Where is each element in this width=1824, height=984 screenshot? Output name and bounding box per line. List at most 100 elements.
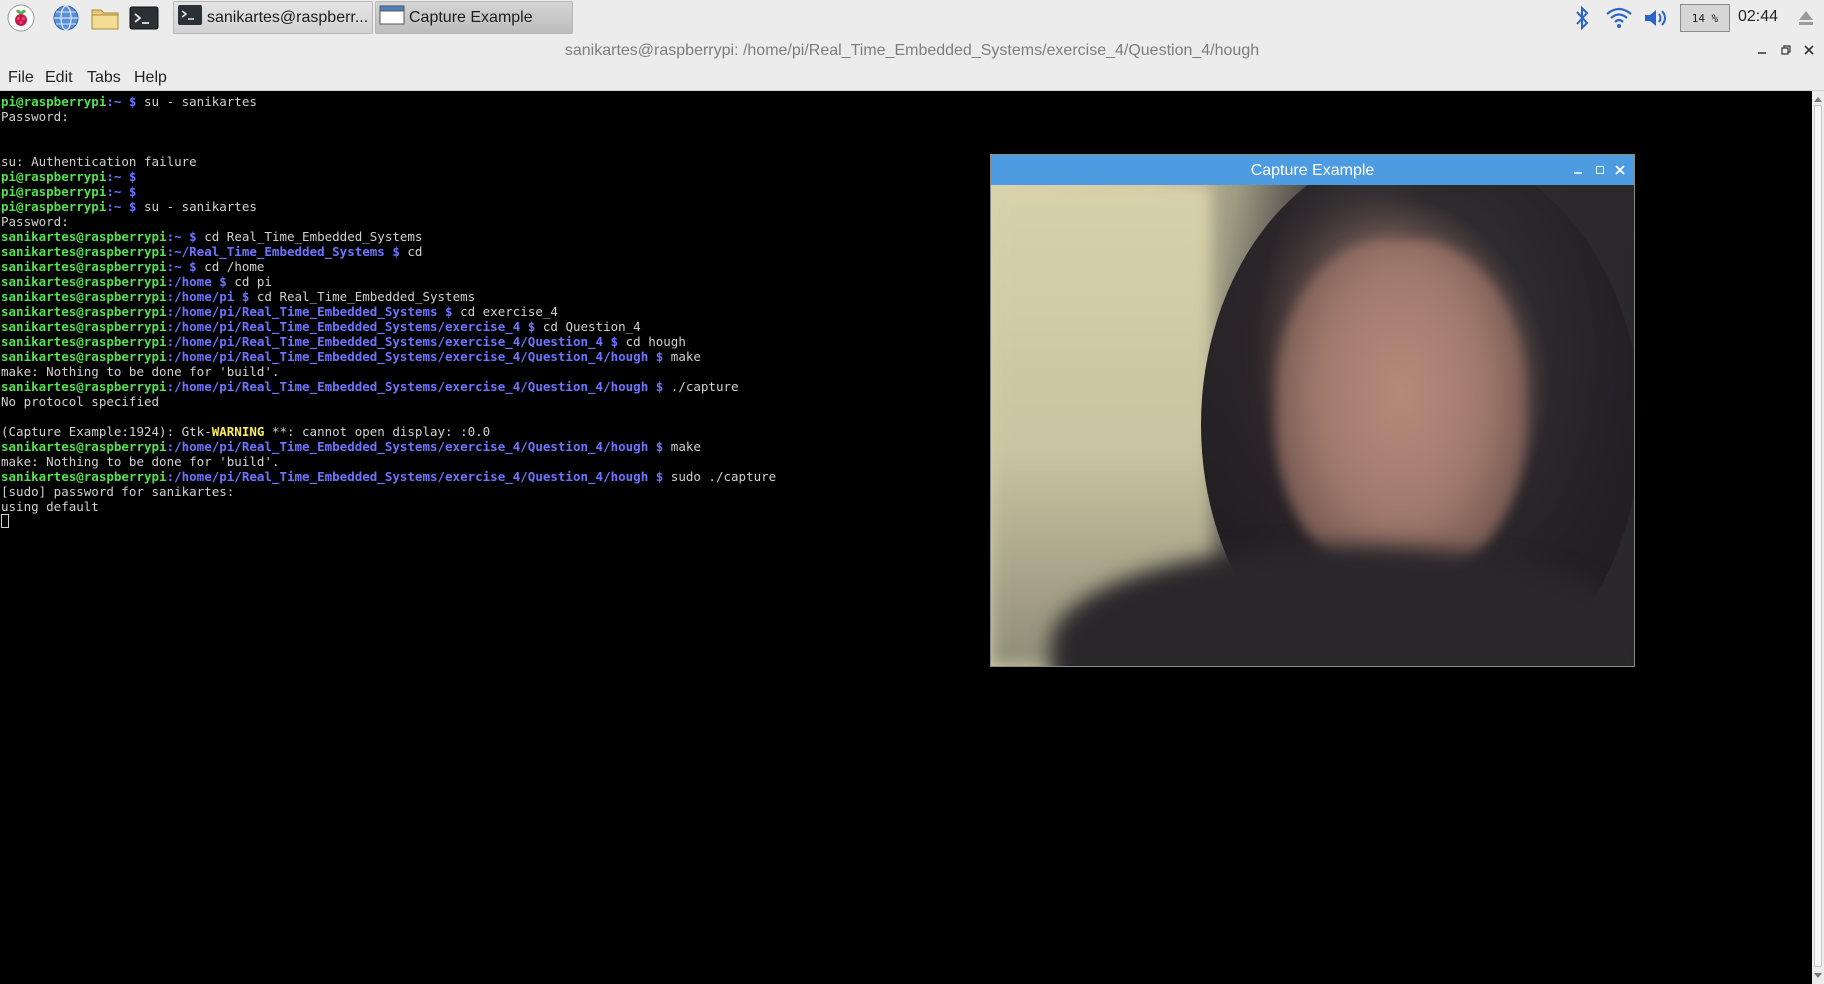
prompt-user: sanikartes@raspberrypi bbox=[1, 229, 167, 244]
line-text: make: Nothing to be done for 'build'. bbox=[1, 364, 280, 379]
line-text: su: Authentication failure bbox=[1, 154, 197, 169]
line-text: cd Question_4 bbox=[535, 319, 641, 334]
warning-label: WARNING bbox=[211, 424, 265, 439]
line-text: su - sanikartes bbox=[136, 94, 257, 109]
prompt-user: sanikartes@raspberrypi bbox=[1, 244, 167, 259]
taskbar-item-terminal[interactable]: sanikartes@raspberr... bbox=[173, 1, 373, 34]
prompt-user: pi@raspberrypi bbox=[1, 184, 107, 199]
prompt-user: sanikartes@raspberrypi bbox=[1, 379, 167, 394]
wifi-icon[interactable] bbox=[1604, 4, 1634, 32]
prompt-user: sanikartes@raspberrypi bbox=[1, 349, 167, 364]
prompt-user: sanikartes@raspberrypi bbox=[1, 259, 167, 274]
prompt-user: sanikartes@raspberrypi bbox=[1, 274, 167, 289]
cpu-usage-monitor[interactable]: 14 % bbox=[1680, 4, 1730, 32]
line-text: **: cannot open display: :0.0 bbox=[264, 424, 491, 439]
prompt-user: pi@raspberrypi bbox=[1, 169, 107, 184]
prompt-user: sanikartes@raspberrypi bbox=[1, 304, 167, 319]
prompt-path: :/home/pi/Real_Time_Embedded_Systems/exe… bbox=[166, 334, 619, 349]
terminal-icon[interactable] bbox=[129, 3, 159, 33]
prompt-user: pi@raspberrypi bbox=[1, 94, 107, 109]
scroll-down-icon[interactable] bbox=[1812, 970, 1824, 982]
terminal-titlebar[interactable]: sanikartes@raspberrypi: /home/pi/Real_Ti… bbox=[0, 36, 1824, 66]
terminal-scrollbar[interactable] bbox=[1812, 91, 1824, 984]
file-manager-icon[interactable] bbox=[90, 3, 120, 33]
prompt-user: pi@raspberrypi bbox=[1, 199, 107, 214]
terminal-window-title: sanikartes@raspberrypi: /home/pi/Real_Ti… bbox=[564, 42, 1260, 59]
line-text: Password: bbox=[1, 109, 69, 124]
minimize-icon[interactable] bbox=[1569, 161, 1587, 179]
prompt-user: sanikartes@raspberrypi bbox=[1, 334, 167, 349]
line-text: using default bbox=[1, 499, 99, 514]
maximize-icon[interactable] bbox=[1591, 161, 1609, 179]
menu-help[interactable]: Help bbox=[134, 69, 167, 87]
prompt-path: :~ $ bbox=[166, 229, 197, 244]
terminal-menubar: File Edit Tabs Help bbox=[0, 66, 1824, 91]
scrollbar-thumb[interactable] bbox=[1814, 105, 1822, 967]
prompt-path: :~ $ bbox=[106, 184, 137, 199]
prompt-path: :~ $ bbox=[106, 199, 137, 214]
raspberry-menu-icon[interactable] bbox=[6, 3, 36, 33]
bluetooth-icon[interactable] bbox=[1570, 4, 1594, 32]
prompt-user: sanikartes@raspberrypi bbox=[1, 439, 167, 454]
capture-example-window[interactable]: Capture Example bbox=[990, 154, 1635, 667]
line-text: cd hough bbox=[618, 334, 686, 349]
webcam-frame-image bbox=[991, 185, 1634, 666]
volume-icon[interactable] bbox=[1642, 4, 1670, 32]
prompt-user: sanikartes@raspberrypi bbox=[1, 469, 167, 484]
line-text: su - sanikartes bbox=[136, 199, 257, 214]
prompt-path: :/home/pi $ bbox=[166, 289, 250, 304]
top-panel: sanikartes@raspberr... Capture Example 1… bbox=[0, 0, 1824, 37]
terminal-icon bbox=[177, 4, 203, 31]
clock[interactable]: 02:44 bbox=[1738, 8, 1778, 26]
prompt-path: :/home/pi/Real_Time_Embedded_Systems/exe… bbox=[166, 349, 664, 364]
close-icon[interactable] bbox=[1611, 161, 1629, 179]
prompt-path: :/home/pi/Real_Time_Embedded_Systems/exe… bbox=[166, 319, 536, 334]
prompt-path: :/home/pi/Real_Time_Embedded_Systems/exe… bbox=[166, 379, 664, 394]
line-text: Password: bbox=[1, 214, 69, 229]
prompt-path: :/home/pi/Real_Time_Embedded_Systems/exe… bbox=[166, 469, 664, 484]
maximize-icon[interactable] bbox=[1777, 41, 1795, 59]
line-text: cd pi bbox=[226, 274, 272, 289]
capture-titlebar[interactable]: Capture Example bbox=[991, 155, 1634, 185]
prompt-path: :~/Real_Time_Embedded_Systems $ bbox=[166, 244, 400, 259]
taskbar-item-label: Capture Example bbox=[409, 8, 533, 26]
menu-edit[interactable]: Edit bbox=[45, 69, 73, 87]
line-text: (Capture Example:1924): Gtk- bbox=[1, 424, 212, 439]
camera-face-region bbox=[1276, 240, 1526, 580]
line-text: ./capture bbox=[663, 379, 739, 394]
line-text: cd /home bbox=[196, 259, 265, 274]
prompt-path: :~ $ bbox=[106, 169, 137, 184]
window-icon bbox=[379, 4, 405, 31]
menu-tabs[interactable]: Tabs bbox=[87, 69, 121, 87]
menu-file[interactable]: File bbox=[8, 69, 34, 87]
line-text: cd Real_Time_Embedded_Systems bbox=[249, 289, 476, 304]
prompt-path: :/home/pi/Real_Time_Embedded_Systems/exe… bbox=[166, 439, 664, 454]
line-text: cd bbox=[399, 244, 423, 259]
prompt-path: :~ $ bbox=[106, 94, 137, 109]
line-text: make bbox=[663, 439, 701, 454]
line-text: make bbox=[663, 349, 701, 364]
minimize-icon[interactable] bbox=[1753, 41, 1771, 59]
line-text: cd exercise_4 bbox=[452, 304, 558, 319]
prompt-user: sanikartes@raspberrypi bbox=[1, 289, 167, 304]
line-text: No protocol specified bbox=[1, 394, 160, 409]
prompt-path: :/home/pi/Real_Time_Embedded_Systems $ bbox=[166, 304, 453, 319]
eject-icon[interactable] bbox=[1792, 4, 1820, 32]
taskbar-item-label: sanikartes@raspberr... bbox=[207, 8, 369, 26]
capture-window-title: Capture Example bbox=[1250, 162, 1375, 179]
close-icon[interactable] bbox=[1800, 41, 1818, 59]
terminal-line: Password: bbox=[1, 109, 1812, 124]
taskbar-item-capture-example[interactable]: Capture Example bbox=[375, 1, 573, 34]
line-text: sudo ./capture bbox=[663, 469, 777, 484]
line-text: cd Real_Time_Embedded_Systems bbox=[196, 229, 423, 244]
prompt-user: sanikartes@raspberrypi bbox=[1, 319, 167, 334]
web-browser-icon[interactable] bbox=[51, 3, 81, 33]
line-text: [sudo] password for sanikartes: bbox=[1, 484, 235, 499]
terminal-line: pi@raspberrypi:~ $ su - sanikartes bbox=[1, 94, 1812, 109]
scroll-up-icon[interactable] bbox=[1812, 93, 1824, 105]
terminal-cursor bbox=[1, 514, 9, 528]
line-text: make: Nothing to be done for 'build'. bbox=[1, 454, 280, 469]
prompt-path: :~ $ bbox=[166, 259, 197, 274]
